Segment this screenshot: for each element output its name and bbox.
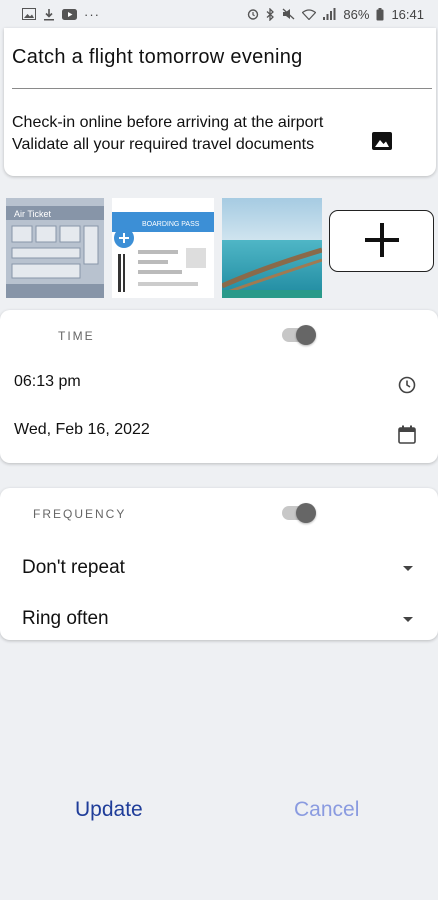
status-left: ···: [22, 7, 100, 22]
signal-icon: [323, 8, 336, 20]
bluetooth-icon: [266, 7, 275, 21]
note-title[interactable]: Catch a flight tomorrow evening: [12, 46, 303, 69]
time-section-label: TIME: [58, 329, 95, 343]
attachment-beach-photo[interactable]: [222, 198, 322, 298]
attachment-air-ticket[interactable]: Air Ticket: [6, 198, 104, 298]
boarding-pass-caption: BOARDING PASS: [142, 221, 200, 228]
battery-percentage: 86%: [343, 6, 370, 22]
repeat-dropdown-arrow-icon: [403, 566, 413, 571]
time-value[interactable]: 06:13 pm: [14, 373, 81, 391]
note-body[interactable]: Check-in online before arriving at the a…: [12, 112, 432, 156]
plus-icon: [364, 222, 400, 261]
status-bar: ··· 86% 16:41: [0, 0, 438, 28]
ring-dropdown-arrow-icon: [403, 617, 413, 622]
insert-image-icon[interactable]: [372, 132, 392, 155]
frequency-toggle[interactable]: [282, 503, 318, 523]
battery-icon: [376, 7, 384, 21]
more-notifications-indicator: ···: [84, 6, 100, 22]
youtube-notification-icon: [62, 8, 77, 20]
calendar-icon[interactable]: [398, 425, 416, 449]
mute-icon: [282, 8, 295, 20]
attachment-boarding-pass[interactable]: BOARDING PASS: [112, 198, 214, 298]
cancel-button[interactable]: Cancel: [294, 798, 359, 822]
frequency-card: FREQUENCY Don't repeat Ring often: [0, 488, 438, 640]
status-time: 16:41: [391, 6, 424, 22]
alarm-status-icon: [247, 8, 259, 20]
update-button[interactable]: Update: [75, 798, 143, 822]
note-line-2: Validate all your required travel docume…: [12, 136, 315, 153]
time-toggle[interactable]: [282, 325, 318, 345]
time-toggle-knob: [296, 325, 316, 345]
wifi-icon: [302, 8, 317, 20]
ring-value: Ring often: [22, 608, 109, 629]
add-attachment-button[interactable]: [329, 210, 434, 272]
date-value[interactable]: Wed, Feb 16, 2022: [14, 421, 150, 439]
clock-icon[interactable]: [398, 376, 416, 399]
time-card: TIME 06:13 pm Wed, Feb 16, 2022: [0, 310, 438, 463]
note-line-1: Check-in online before arriving at the a…: [12, 114, 324, 131]
frequency-toggle-knob: [296, 503, 316, 523]
frequency-section-label: FREQUENCY: [33, 507, 127, 521]
air-ticket-caption: Air Ticket: [14, 209, 52, 219]
status-right: 86% 16:41: [247, 7, 424, 22]
download-notification-icon: [43, 8, 55, 21]
gallery-notification-icon: [22, 8, 36, 20]
title-divider: [12, 88, 432, 89]
repeat-value: Don't repeat: [22, 557, 125, 578]
